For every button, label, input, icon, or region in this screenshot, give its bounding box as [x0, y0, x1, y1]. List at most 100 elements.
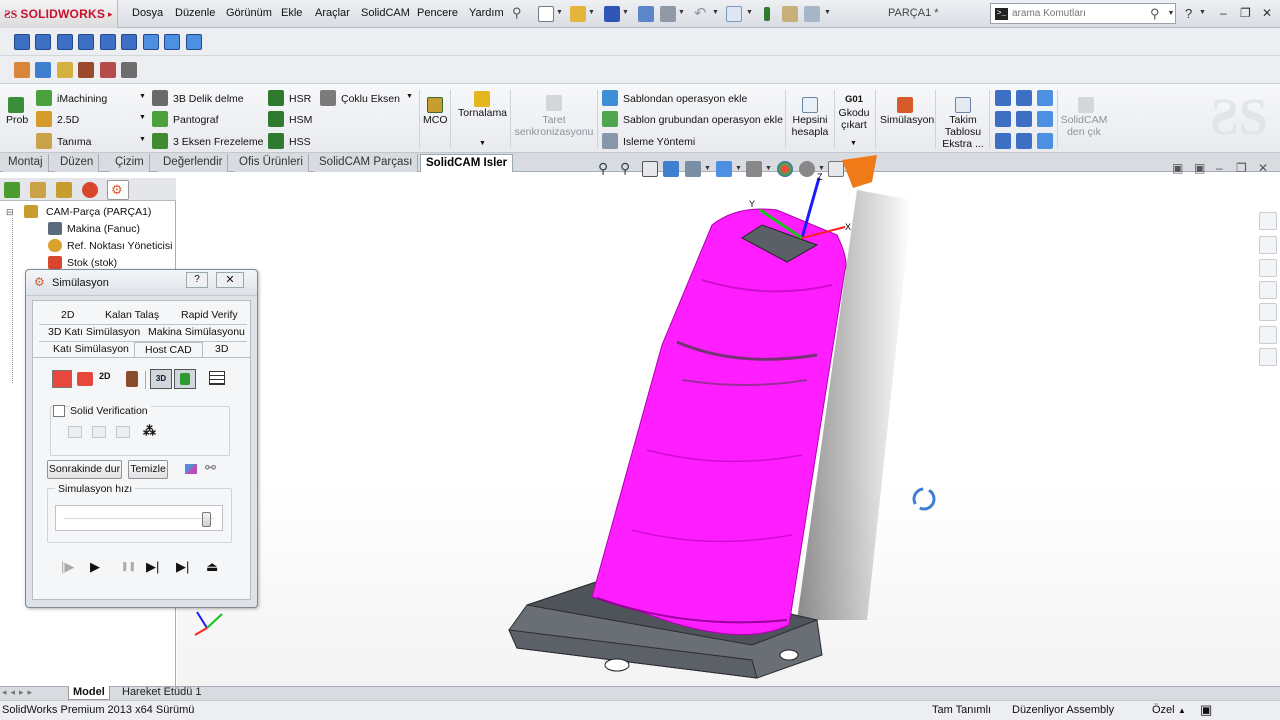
home-icon[interactable]	[1259, 236, 1277, 254]
custom-properties-icon[interactable]	[1259, 348, 1277, 366]
eject-button[interactable]: ⏏	[206, 559, 218, 575]
dropdown-arrow-icon[interactable]: ▼	[622, 9, 629, 16]
3-axis-milling-icon[interactable]	[152, 133, 168, 149]
solid-view-button[interactable]	[52, 370, 72, 388]
hsm-icon[interactable]	[268, 111, 284, 127]
tab-rapid-verify[interactable]: Rapid Verify	[181, 309, 238, 321]
view-cube-icon-3[interactable]	[1037, 90, 1053, 106]
pin-icon[interactable]: ⚲	[512, 5, 522, 21]
multi-axis-dropdown-icon[interactable]: ▼	[406, 93, 413, 100]
exit-solidcam-button[interactable]: SolidCAM den çık	[1058, 114, 1110, 138]
add-operation-from-template-group-button[interactable]: Sablon grubundan operasyon ekle	[623, 114, 783, 126]
rebuild-icon[interactable]	[638, 6, 654, 22]
dropdown-arrow-icon[interactable]: ▼	[824, 9, 831, 16]
operation-icon-2[interactable]	[35, 34, 51, 50]
simulation-speed-slider[interactable]	[55, 505, 223, 531]
hss-button[interactable]: HSS	[289, 136, 311, 148]
clear-button[interactable]: Temizle	[128, 460, 168, 479]
tool-table-extra-button[interactable]: Takim Tablosu Ekstra ...	[938, 114, 988, 150]
save-icon[interactable]	[604, 6, 620, 22]
hsm-button[interactable]: HSM	[289, 114, 312, 126]
play-button[interactable]: ▶	[90, 559, 100, 575]
dropdown-arrow-icon[interactable]: ▼	[678, 9, 685, 16]
tree-cam-part[interactable]: CAM-Parça (PARÇA1)	[46, 206, 151, 218]
units-up-arrow-icon[interactable]: ▲	[1178, 706, 1186, 715]
25d-dropdown-icon[interactable]: ▼	[139, 114, 146, 121]
search-dropdown-icon[interactable]: ▼	[1168, 10, 1175, 17]
menu-yardim[interactable]: Yardım	[469, 7, 504, 19]
turret-sync-button[interactable]: Taret senkronizasyonu	[513, 114, 595, 138]
verify-settings-icon[interactable]: ⁂	[143, 423, 156, 439]
property-manager-tab-icon[interactable]	[30, 182, 46, 198]
turning-icon[interactable]	[474, 91, 490, 107]
menu-ekle[interactable]: Ekle	[281, 7, 302, 19]
view-cube-icon-8[interactable]	[1016, 133, 1032, 149]
tab-motion-study[interactable]: Hareket Etüdü 1	[118, 686, 206, 700]
view-cube-icon-1[interactable]	[995, 90, 1011, 106]
2d-view-button[interactable]: 2D	[99, 371, 111, 381]
tab-2d[interactable]: 2D	[61, 309, 74, 321]
rotate-view-icon[interactable]	[912, 487, 936, 511]
menu-pencere[interactable]: Pencere	[417, 7, 458, 19]
tab-kalan-talas[interactable]: Kalan Talaş	[105, 309, 159, 321]
tree-machine[interactable]: Makina (Fanuc)	[67, 223, 140, 235]
imachining-dropdown-icon[interactable]: ▼	[139, 93, 146, 100]
stop-at-next-button[interactable]: Sonrakinde dur	[47, 460, 122, 479]
solid-verification-checkbox[interactable]	[53, 405, 65, 417]
list-view-button[interactable]	[209, 371, 225, 385]
dropdown-arrow-icon[interactable]: ▼	[712, 9, 719, 16]
undo-icon[interactable]: ↶	[694, 4, 707, 22]
tab-duzen[interactable]: Düzen	[55, 154, 100, 172]
simulation-icon[interactable]	[897, 97, 913, 113]
dialog-title-bar[interactable]: ⚙ Simülasyon ? ✕	[26, 270, 257, 296]
simulation-button[interactable]: Simülasyon	[880, 114, 934, 126]
recognition-dropdown-icon[interactable]: ▼	[139, 136, 146, 143]
open-folder-icon[interactable]	[570, 6, 586, 22]
solidworks-resources-icon[interactable]	[1259, 212, 1277, 230]
solidcam-manager-tab-icon[interactable]	[4, 182, 20, 198]
file-properties-icon[interactable]	[782, 6, 798, 22]
dialog-close-button[interactable]: ✕	[216, 272, 244, 288]
verify-option-2-button[interactable]	[92, 426, 106, 438]
recognition-icon[interactable]	[36, 133, 52, 149]
shaded-view-button[interactable]	[77, 372, 93, 386]
multi-axis-icon[interactable]	[320, 90, 336, 106]
tree-reference-point-manager[interactable]: Ref. Noktası Yöneticisi	[67, 240, 172, 252]
quick-tips-icon[interactable]: ▣	[1200, 702, 1212, 718]
tab-3d-solid-simulation[interactable]: 3D Katı Simülasyon	[48, 326, 140, 338]
verify-option-1-button[interactable]	[68, 426, 82, 438]
operation-icon-9[interactable]	[186, 34, 202, 50]
operation-icon-6[interactable]	[121, 34, 137, 50]
dialog-help-button[interactable]: ?	[186, 272, 208, 288]
pantograph-icon[interactable]	[152, 111, 168, 127]
gcode-export-button[interactable]: Gkodu çıkart	[836, 107, 872, 131]
appearances-icon[interactable]	[1259, 326, 1277, 344]
new-document-icon[interactable]	[538, 6, 554, 22]
dropdown-arrow-icon[interactable]: ▼	[588, 9, 595, 16]
machining-method-button[interactable]: Isleme Yöntemi	[623, 136, 695, 148]
wrench-icon[interactable]	[35, 62, 51, 78]
calculate-all-icon[interactable]	[802, 97, 818, 113]
add-operation-from-template-button[interactable]: Sablondan operasyon ekle	[623, 93, 747, 105]
tab-model[interactable]: Model	[68, 686, 110, 700]
calculate-all-button[interactable]: Hepsini hesapla	[789, 114, 831, 138]
operation-icon-7[interactable]	[143, 34, 159, 50]
menu-araclar[interactable]: Araçlar	[315, 7, 350, 19]
exit-solidcam-icon[interactable]	[1078, 97, 1094, 113]
tab-solid-simulation[interactable]: Katı Simülasyon	[53, 343, 129, 355]
tool-table-extra-icon[interactable]	[955, 97, 971, 113]
tab-scroll-arrows-icon[interactable]: ◂◂▸▸	[2, 687, 36, 698]
3d-drilling-icon[interactable]	[152, 90, 168, 106]
mco-icon[interactable]	[427, 97, 443, 113]
print-icon[interactable]	[660, 6, 676, 22]
status-units[interactable]: Özel	[1152, 704, 1175, 716]
menu-duzenle[interactable]: Düzenle	[175, 7, 215, 19]
3-axis-milling-button[interactable]: 3 Eksen Frezeleme	[173, 136, 263, 148]
file-explorer-icon[interactable]	[1259, 281, 1277, 299]
close-window-icon[interactable]: ✕	[1262, 6, 1272, 20]
operation-icon-4[interactable]	[78, 34, 94, 50]
probe-icon[interactable]	[8, 97, 24, 113]
dropdown-arrow-icon[interactable]: ▼	[556, 9, 563, 16]
options-icon[interactable]	[804, 6, 820, 22]
recognition-button[interactable]: Tanıma	[57, 136, 91, 148]
